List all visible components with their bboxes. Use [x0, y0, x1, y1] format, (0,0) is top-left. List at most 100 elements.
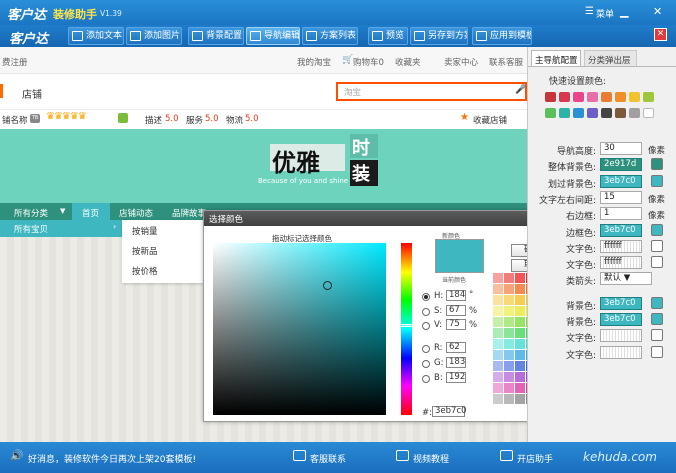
- palette-swatch[interactable]: [493, 328, 503, 338]
- palette-swatch[interactable]: [504, 328, 514, 338]
- h-radio[interactable]: [422, 293, 430, 301]
- r-radio[interactable]: [422, 345, 430, 353]
- g-radio[interactable]: [422, 360, 430, 368]
- palette-swatch[interactable]: [504, 306, 514, 316]
- palette-swatch[interactable]: [504, 273, 514, 283]
- tab-main-nav[interactable]: 主导航配置: [531, 50, 581, 66]
- color-marker[interactable]: [323, 281, 332, 290]
- nav-dropdown-icon[interactable]: ▼: [60, 207, 65, 215]
- add-image-button[interactable]: 添加图片: [126, 27, 182, 45]
- b-input[interactable]: 192: [446, 372, 466, 383]
- tab-category-popup[interactable]: 分类弹出层: [584, 50, 637, 66]
- palette-swatch[interactable]: [515, 273, 525, 283]
- category-all-products[interactable]: 所有宝贝 ›: [0, 220, 122, 237]
- hex-input[interactable]: 3eb7c0: [432, 406, 467, 417]
- palette-swatch[interactable]: [504, 339, 514, 349]
- s-input[interactable]: 67: [446, 305, 466, 316]
- quick-colors-grid[interactable]: [545, 92, 663, 122]
- setting-input[interactable]: ffffff: [600, 256, 642, 270]
- v-input[interactable]: 75: [446, 319, 466, 330]
- register-link[interactable]: 费注册: [2, 56, 28, 68]
- hue-slider-handle[interactable]: [399, 324, 414, 327]
- palette-swatch[interactable]: [493, 284, 503, 294]
- h-input[interactable]: 184: [446, 290, 466, 301]
- save-as-scheme-button[interactable]: 另存到方案: [410, 27, 468, 45]
- setting-input[interactable]: 3eb7c0: [600, 313, 642, 326]
- palette-swatch[interactable]: [493, 317, 503, 327]
- cart-link[interactable]: 购物车0: [353, 56, 384, 68]
- palette-swatch[interactable]: [515, 350, 525, 360]
- palette-swatch[interactable]: [493, 273, 503, 283]
- s-radio[interactable]: [422, 308, 430, 316]
- submenu-by-price[interactable]: 按价格: [132, 265, 158, 277]
- setting-input[interactable]: [600, 329, 642, 343]
- palette-swatch[interactable]: [504, 361, 514, 371]
- submenu-by-sales[interactable]: 按销量: [132, 225, 158, 237]
- arrow-style-select[interactable]: 默认 ▼: [600, 272, 652, 286]
- minimize-icon[interactable]: ▁: [620, 5, 628, 18]
- scheme-list-button[interactable]: 方案列表: [302, 27, 358, 45]
- setting-input[interactable]: 15: [600, 190, 642, 204]
- setting-input[interactable]: 1: [600, 207, 642, 221]
- palette-swatch[interactable]: [493, 306, 503, 316]
- g-input[interactable]: 183: [446, 357, 466, 368]
- quick-color-swatch[interactable]: [643, 108, 654, 118]
- palette-swatch[interactable]: [504, 317, 514, 327]
- color-swatch-button[interactable]: [651, 174, 663, 187]
- close-icon[interactable]: ✕: [654, 28, 667, 41]
- palette-swatch[interactable]: [493, 295, 503, 305]
- palette-swatch[interactable]: [504, 372, 514, 382]
- color-swatch-button[interactable]: [651, 329, 663, 342]
- site-link[interactable]: kehuda.com: [583, 450, 657, 464]
- favorite-shop-link[interactable]: 收藏店铺: [473, 114, 507, 126]
- news-text[interactable]: 好消息，装修软件今日再次上架20套模板!: [28, 452, 196, 465]
- quick-color-swatch[interactable]: [559, 92, 570, 102]
- setting-input[interactable]: [600, 345, 642, 359]
- shop-banner[interactable]: 优雅 时 装 Because of you and shine: [0, 129, 527, 203]
- color-swatch-button[interactable]: [651, 239, 663, 252]
- quick-color-swatch[interactable]: [629, 108, 640, 118]
- b-radio[interactable]: [422, 375, 430, 383]
- support-link[interactable]: 客服联系: [310, 452, 346, 465]
- quick-color-swatch[interactable]: [545, 92, 556, 102]
- quick-color-swatch[interactable]: [629, 92, 640, 102]
- preview-button[interactable]: 预览: [368, 27, 408, 45]
- palette-swatch[interactable]: [515, 361, 525, 371]
- setting-input[interactable]: 30: [600, 142, 642, 155]
- quick-color-swatch[interactable]: [615, 92, 626, 102]
- my-taobao-link[interactable]: 我的淘宝: [297, 56, 331, 68]
- nav-item-hover[interactable]: 首页: [72, 203, 110, 220]
- color-swatch-button[interactable]: [651, 345, 663, 358]
- palette-swatch[interactable]: [515, 306, 525, 316]
- palette-swatch[interactable]: [493, 361, 503, 371]
- dialog-titlebar[interactable]: 选择颜色: [204, 211, 574, 226]
- background-config-button[interactable]: 背景配置: [188, 27, 244, 45]
- favorites-link[interactable]: 收藏夹: [395, 56, 421, 68]
- quick-color-swatch[interactable]: [601, 108, 612, 118]
- hue-slider[interactable]: [399, 243, 414, 415]
- search-input[interactable]: 淘宝: [344, 86, 361, 98]
- open-helper-link[interactable]: 开店助手: [517, 452, 553, 465]
- setting-input[interactable]: 3eb7c0: [600, 174, 642, 188]
- add-text-button[interactable]: 添加文本: [68, 27, 124, 45]
- palette-swatch[interactable]: [504, 383, 514, 393]
- close-window-icon[interactable]: ✕: [653, 5, 662, 18]
- palette-swatch[interactable]: [493, 383, 503, 393]
- setting-input[interactable]: 3eb7c0: [600, 296, 642, 310]
- palette-swatch[interactable]: [515, 383, 525, 393]
- nav-all-categories[interactable]: 所有分类: [14, 207, 48, 219]
- submenu-by-new[interactable]: 按新品: [132, 245, 158, 257]
- apply-template-button[interactable]: 应用到模板: [472, 27, 532, 45]
- palette-swatch[interactable]: [515, 295, 525, 305]
- setting-input[interactable]: 3eb7c0: [600, 223, 642, 237]
- setting-input[interactable]: ffffff: [600, 239, 642, 253]
- palette-swatch[interactable]: [504, 350, 514, 360]
- palette-swatch[interactable]: [515, 284, 525, 294]
- r-input[interactable]: 62: [446, 342, 466, 353]
- palette-swatch[interactable]: [515, 372, 525, 382]
- menu-icon[interactable]: ☰: [585, 6, 594, 17]
- quick-color-swatch[interactable]: [587, 92, 598, 102]
- quick-color-swatch[interactable]: [601, 92, 612, 102]
- palette-swatch[interactable]: [493, 394, 503, 404]
- color-swatch-button[interactable]: [651, 256, 663, 269]
